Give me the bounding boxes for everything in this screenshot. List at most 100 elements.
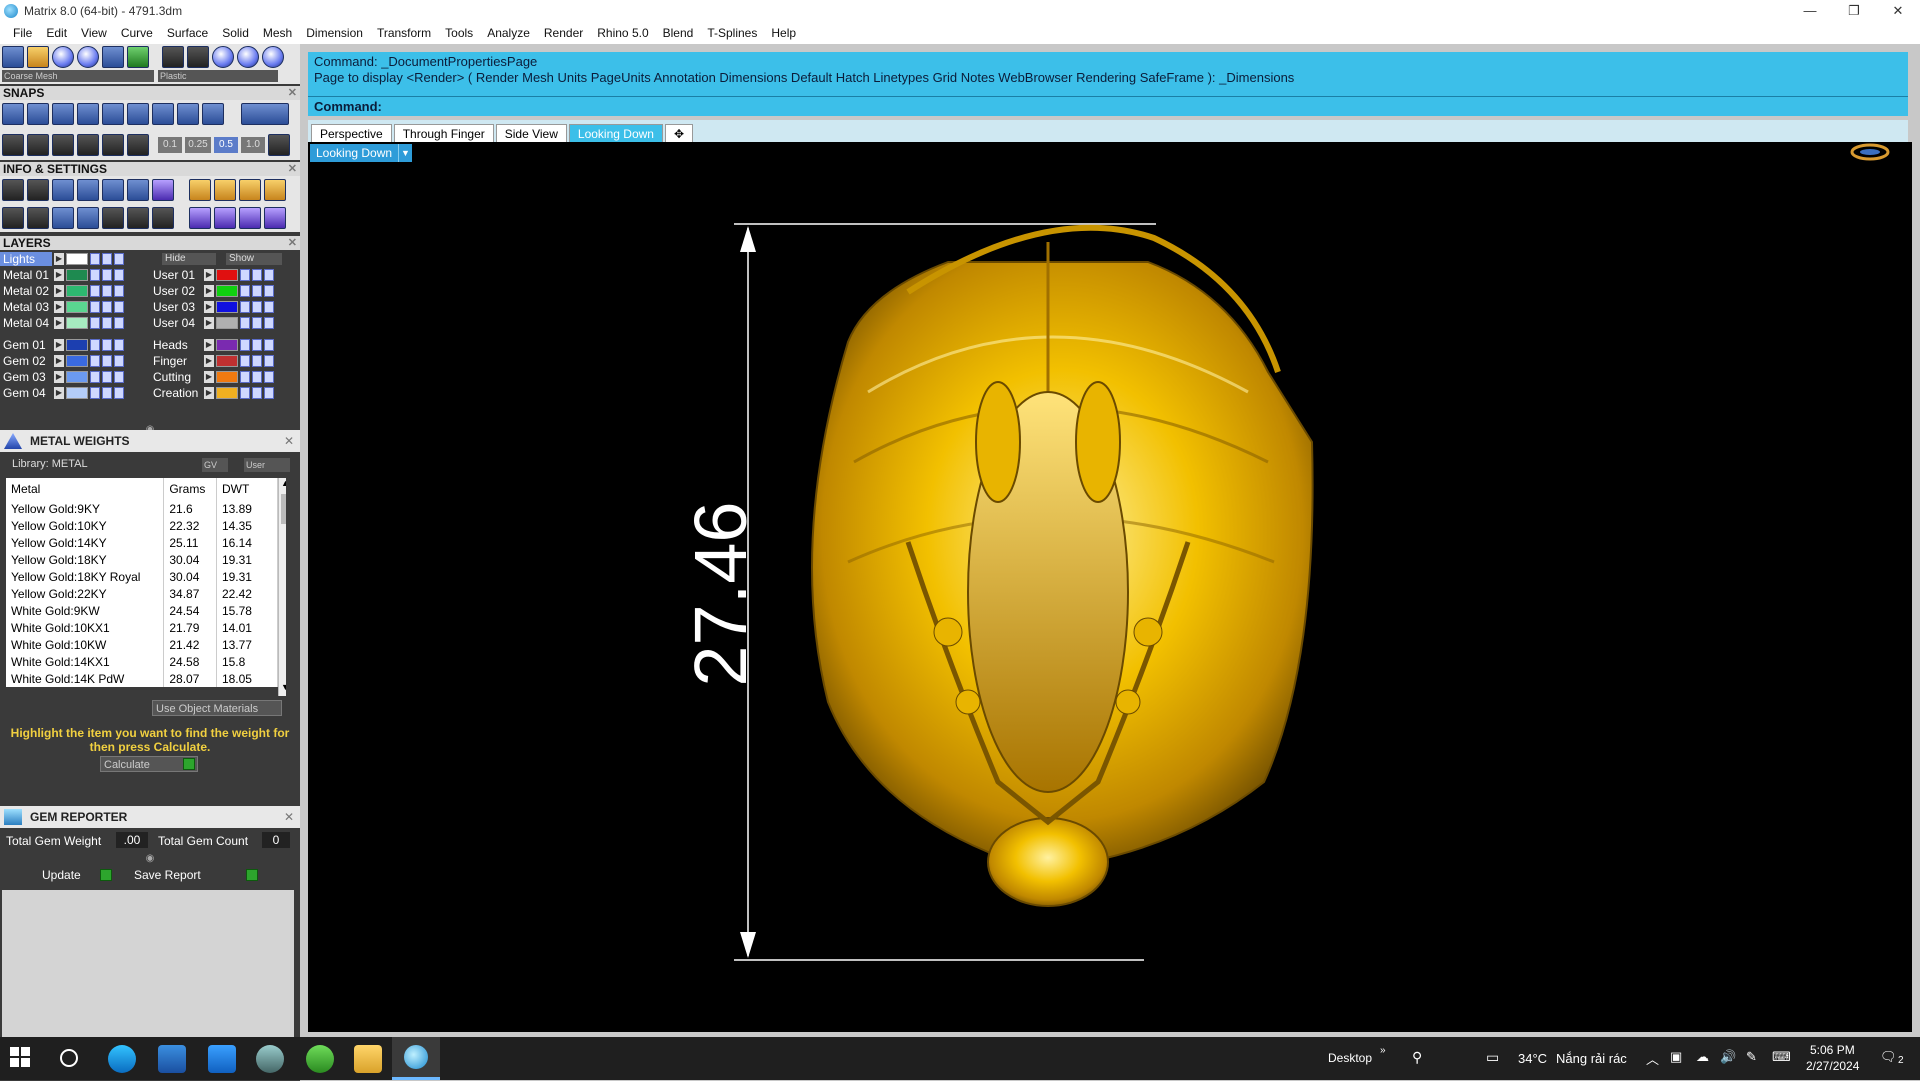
material-select[interactable]: Plastic (158, 70, 278, 82)
snap-value-1-0[interactable]: 1.0 (241, 137, 265, 153)
layer-arrow-icon[interactable]: ▶ (204, 355, 214, 367)
layer-name[interactable]: Metal 02 (0, 284, 52, 298)
layer-arrow-icon[interactable]: ▶ (204, 339, 214, 351)
bucket-icon[interactable] (77, 207, 99, 229)
tool-e-icon[interactable] (189, 207, 211, 229)
layer-color-swatch[interactable] (216, 355, 238, 367)
grid-icon[interactable] (268, 134, 290, 156)
table-row[interactable]: Yellow Gold:18KY 30.04 19.31 (6, 551, 279, 568)
layer-row[interactable]: Gem 01 ▶ (0, 338, 124, 352)
menu-analyze[interactable]: Analyze (480, 26, 537, 40)
table-row[interactable]: White Gold:14KX1 24.58 15.8 (6, 653, 279, 670)
table-row[interactable]: Yellow Gold:22KY 34.87 22.42 (6, 585, 279, 602)
layer-row[interactable]: Metal 04 ▶ (0, 316, 124, 330)
render-grid-icon[interactable] (2, 46, 24, 68)
snap-ortho-icon[interactable] (241, 103, 289, 125)
layer-select-icon[interactable] (114, 317, 124, 329)
measure-icon[interactable] (77, 134, 99, 156)
layer-visible-icon[interactable] (252, 269, 262, 281)
table-row[interactable]: White Gold:14K PdW 28.07 18.05 (6, 670, 279, 687)
gem-resize-icon[interactable]: ◉ (0, 853, 300, 864)
view-render-icon[interactable] (237, 46, 259, 68)
layer-color-swatch[interactable] (66, 301, 88, 313)
layer-lock-icon[interactable] (90, 317, 100, 329)
layer-name[interactable]: Gem 02 (0, 354, 52, 368)
layer-arrow-icon[interactable]: ▶ (204, 285, 214, 297)
render-sphere-2-icon[interactable] (77, 46, 99, 68)
layer-color-swatch[interactable] (216, 285, 238, 297)
snaps-close-icon[interactable]: ✕ (288, 86, 297, 100)
layer-select-icon[interactable] (264, 371, 274, 383)
snap-near-icon[interactable] (27, 103, 49, 125)
panel-splitter[interactable] (300, 44, 308, 1037)
view-xray-icon[interactable] (262, 46, 284, 68)
layer-arrow-icon[interactable]: ▶ (54, 339, 64, 351)
desktop-expand-icon[interactable]: » (1380, 1045, 1386, 1056)
notification-icon[interactable]: 🗨 (1880, 1049, 1897, 1065)
layer-visible-icon[interactable] (252, 355, 262, 367)
layer-visible-icon[interactable] (252, 339, 262, 351)
menu-solid[interactable]: Solid (215, 26, 256, 40)
layer-arrow-icon[interactable]: ▶ (54, 355, 64, 367)
layer-lights-lock-icon[interactable] (90, 253, 100, 265)
layer-name[interactable]: User 04 (150, 316, 202, 330)
layer-visible-icon[interactable] (102, 269, 112, 281)
layer-color-swatch[interactable] (66, 371, 88, 383)
layer-color-swatch[interactable] (66, 387, 88, 399)
planar-icon[interactable] (27, 134, 49, 156)
layer-row[interactable]: Gem 04 ▶ (0, 386, 124, 400)
layer-lock-icon[interactable] (90, 387, 100, 399)
layer-name[interactable]: Heads (150, 338, 202, 352)
layer-color-swatch[interactable] (216, 387, 238, 399)
layer-arrow-icon[interactable]: ▶ (54, 269, 64, 281)
layer-row[interactable]: Heads ▶ (150, 338, 274, 352)
user-toggle[interactable]: User (244, 458, 290, 472)
snap-end-icon[interactable] (2, 103, 24, 125)
layer-color-swatch[interactable] (216, 269, 238, 281)
volume-icon[interactable]: 🔊 (1720, 1049, 1736, 1065)
layer-arrow-icon[interactable]: ▶ (54, 371, 64, 383)
pen-icon[interactable]: ✎ (1746, 1049, 1757, 1065)
layer-select-icon[interactable] (114, 269, 124, 281)
layer-visible-icon[interactable] (252, 301, 262, 313)
layer-lock-icon[interactable] (240, 285, 250, 297)
tool-h-icon[interactable] (264, 207, 286, 229)
layer-visible-icon[interactable] (252, 387, 262, 399)
add-viewport-icon[interactable]: ✥ (664, 124, 694, 142)
layer-arrow-icon[interactable]: ▶ (204, 301, 214, 313)
viewport[interactable]: 27.46 (308, 142, 1912, 1032)
layer-lock-icon[interactable] (240, 301, 250, 313)
layer-name[interactable]: Metal 03 (0, 300, 52, 314)
render-image-icon[interactable] (127, 46, 149, 68)
close-button[interactable]: ✕ (1876, 0, 1920, 22)
save-report-button[interactable]: Save Report (134, 868, 258, 884)
layer-lock-icon[interactable] (240, 339, 250, 351)
snap-perp-icon[interactable] (152, 103, 174, 125)
layer-arrow-icon[interactable]: ▶ (204, 269, 214, 281)
box-icon[interactable] (77, 179, 99, 201)
zoom-icon[interactable] (27, 179, 49, 201)
info-close-icon[interactable]: ✕ (288, 162, 297, 176)
layer-select-icon[interactable] (264, 339, 274, 351)
layer-select-icon[interactable] (264, 285, 274, 297)
layer-color-swatch[interactable] (216, 317, 238, 329)
tool-b-icon[interactable] (214, 179, 236, 201)
minimize-button[interactable]: — (1788, 0, 1832, 22)
layer-visible-icon[interactable] (102, 387, 112, 399)
filter-icon[interactable] (102, 207, 124, 229)
layer-visible-icon[interactable] (102, 301, 112, 313)
snap-cen-icon[interactable] (102, 103, 124, 125)
calculate-button[interactable]: Calculate (100, 756, 198, 772)
layer-select-icon[interactable] (114, 339, 124, 351)
layer-name[interactable]: User 01 (150, 268, 202, 282)
network-icon[interactable]: ▣ (1670, 1049, 1682, 1065)
col-dwt[interactable]: DWT (216, 478, 279, 500)
layer-row[interactable]: Metal 01 ▶ (0, 268, 124, 282)
desktop-toolbar[interactable]: Desktop (1328, 1051, 1372, 1065)
layer-row[interactable]: Gem 02 ▶ (0, 354, 124, 368)
table-row[interactable]: Yellow Gold:14KY 25.11 16.14 (6, 534, 279, 551)
menu-blend[interactable]: Blend (656, 26, 701, 40)
layer-color-swatch[interactable] (66, 355, 88, 367)
layer-select-icon[interactable] (264, 387, 274, 399)
app-bird-icon[interactable] (256, 1045, 284, 1073)
